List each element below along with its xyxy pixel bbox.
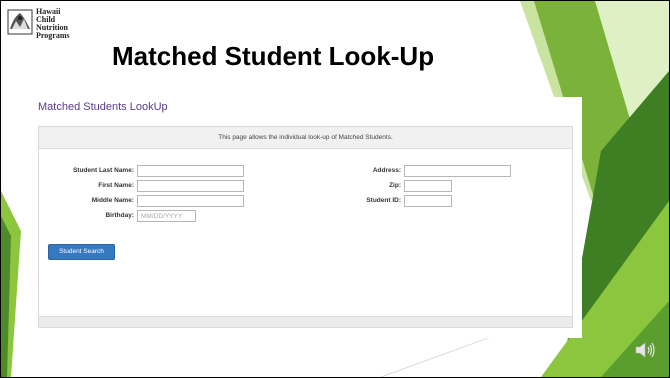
- speaker-icon[interactable]: [634, 339, 656, 361]
- zip-input[interactable]: [404, 180, 452, 192]
- hawaii-cnp-logo: Hawaii Child Nutrition Programs: [7, 7, 97, 41]
- middle-name-input[interactable]: [137, 195, 244, 207]
- first-name-label: First Name:: [98, 182, 134, 189]
- student-id-input[interactable]: [404, 195, 452, 207]
- zip-label: Zip:: [389, 182, 401, 189]
- slide: Hawaii Child Nutrition Programs Matched …: [0, 0, 670, 378]
- first-name-input[interactable]: [137, 180, 244, 192]
- lookup-screenshot: Matched Students LookUp This page allows…: [31, 97, 582, 338]
- page-heading: Matched Students LookUp: [38, 101, 168, 113]
- slide-title: Matched Student Look-Up: [112, 41, 435, 71]
- address-input[interactable]: [404, 165, 511, 177]
- lookup-panel: This page allows the individual look-up …: [38, 126, 573, 328]
- last-name-input[interactable]: [137, 165, 244, 177]
- birthday-input[interactable]: [137, 210, 196, 222]
- student-search-button[interactable]: Student Search: [48, 244, 115, 260]
- logo-text: Hawaii Child Nutrition Programs: [36, 8, 70, 40]
- address-label: Address:: [372, 167, 401, 174]
- middle-name-label: Middle Name:: [91, 197, 134, 204]
- hawaii-cnp-logo-icon: [7, 9, 33, 35]
- last-name-label: Student Last Name:: [72, 167, 134, 174]
- panel-footer: [39, 316, 572, 327]
- birthday-label: Birthday:: [105, 212, 134, 219]
- student-id-label: Student ID:: [366, 197, 401, 204]
- logo-line-4: Programs: [36, 31, 70, 40]
- panel-notice: This page allows the individual look-up …: [39, 127, 572, 149]
